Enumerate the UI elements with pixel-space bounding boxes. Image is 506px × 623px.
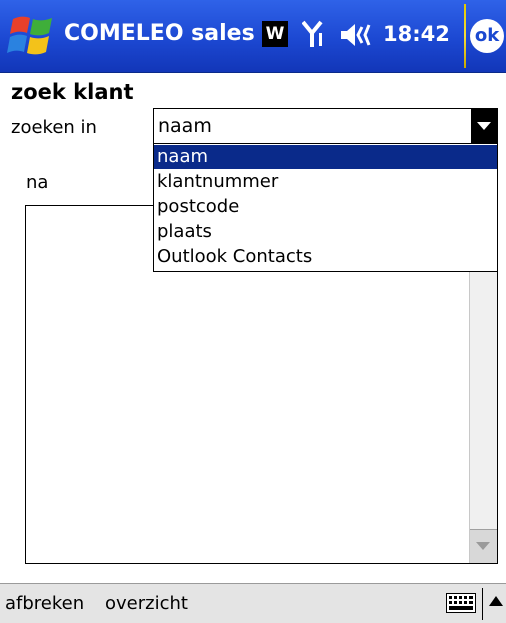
- keyboard-icon[interactable]: [446, 593, 476, 613]
- page-title: zoek klant: [11, 80, 134, 104]
- app-title: COMELEO sales: [64, 21, 255, 46]
- scroll-down-button[interactable]: [470, 529, 497, 563]
- search-field-selected-value: naam: [158, 115, 212, 137]
- signal-icon[interactable]: [302, 19, 326, 49]
- afbreken-soft-key[interactable]: afbreken: [5, 592, 84, 616]
- speaker-icon[interactable]: [341, 23, 375, 47]
- arrow-down-icon: [476, 542, 490, 550]
- clock[interactable]: 18:42: [383, 19, 450, 49]
- dropdown-option-plaats[interactable]: plaats: [154, 220, 497, 244]
- dropdown-button[interactable]: [471, 109, 497, 143]
- na-label: na: [26, 172, 49, 193]
- search-field-select[interactable]: naam: [153, 108, 498, 144]
- w-notification-icon[interactable]: W: [262, 21, 288, 47]
- dropdown-option-klantnummer[interactable]: klantnummer: [154, 170, 497, 194]
- chevron-down-icon: [477, 122, 491, 130]
- ok-separator: [464, 4, 466, 68]
- dropdown-option-postcode[interactable]: postcode: [154, 195, 497, 219]
- windows-start-icon[interactable]: [7, 15, 55, 57]
- sip-separator: [482, 588, 483, 620]
- menu-bar: afbreken overzicht: [0, 583, 506, 623]
- sip-up-arrow-icon[interactable]: [488, 594, 504, 608]
- overzicht-soft-key[interactable]: overzicht: [105, 592, 188, 616]
- dropdown-options-list[interactable]: naam klantnummer postcode plaats Outlook…: [153, 143, 498, 272]
- dropdown-option-outlook-contacts[interactable]: Outlook Contacts: [154, 245, 497, 269]
- dropdown-option-naam[interactable]: naam: [154, 145, 497, 169]
- zoeken-in-label: zoeken in: [11, 117, 97, 138]
- ok-button[interactable]: ok: [470, 19, 504, 53]
- title-bar: COMELEO sales W 18:42 ok: [0, 0, 506, 73]
